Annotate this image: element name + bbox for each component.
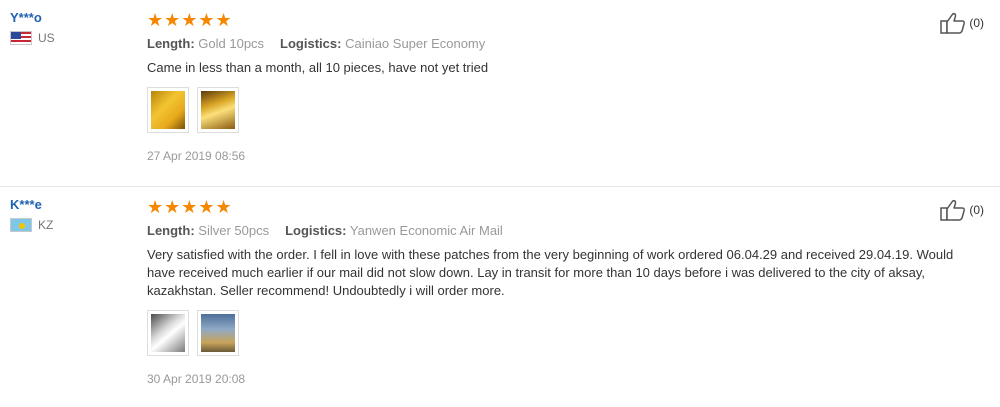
logistics-label: Logistics: <box>280 36 342 51</box>
reviewer-name: K***e <box>10 197 42 212</box>
length-info: Length: Gold 10pcs <box>147 36 264 51</box>
review-item: K***e KZ ★★★★★ Length: Silver 50pcs Logi… <box>0 187 1000 407</box>
star-rating: ★★★★★ <box>147 197 233 217</box>
logistics-value: Cainiao Super Economy <box>345 36 486 51</box>
review-content: ★★★★★ Length: Gold 10pcs Logistics: Cain… <box>147 10 967 163</box>
star-rating: ★★★★★ <box>147 10 233 30</box>
review-date: 30 Apr 2019 20:08 <box>147 372 246 386</box>
logistics-info: Logistics: Yanwen Economic Air Mail <box>285 223 503 238</box>
review-content: ★★★★★ Length: Silver 50pcs Logistics: Ya… <box>147 197 967 386</box>
review-photo-thumbnail[interactable] <box>197 87 239 133</box>
helpful-button[interactable]: (0) <box>940 199 984 221</box>
logistics-value: Yanwen Economic Air Mail <box>349 223 503 238</box>
length-label: Length: <box>147 36 195 51</box>
reviewer-info: Y***o US <box>10 10 130 45</box>
helpful-button[interactable]: (0) <box>940 12 984 34</box>
thumbs-up-icon <box>940 199 966 221</box>
us-flag-icon <box>10 31 32 45</box>
country-code: KZ <box>38 218 54 232</box>
helpful-count: (0) <box>969 203 984 217</box>
silver-patch-photo <box>201 314 235 352</box>
reviewer-country: US <box>10 31 130 45</box>
reviewer-name: Y***o <box>10 10 42 25</box>
review-photos <box>147 87 967 133</box>
logistics-info: Logistics: Cainiao Super Economy <box>280 36 485 51</box>
length-value: Gold 10pcs <box>198 36 265 51</box>
review-photos <box>147 310 967 356</box>
gold-patch-photo <box>151 91 185 129</box>
review-photo-thumbnail[interactable] <box>147 310 189 356</box>
review-date: 27 Apr 2019 08:56 <box>147 149 246 163</box>
reviewer-country: KZ <box>10 218 130 232</box>
length-label: Length: <box>147 223 195 238</box>
country-code: US <box>38 31 55 45</box>
order-info: Length: Silver 50pcs Logistics: Yanwen E… <box>147 223 967 238</box>
thumbs-up-icon <box>940 12 966 34</box>
length-info: Length: Silver 50pcs <box>147 223 269 238</box>
helpful-count: (0) <box>969 16 984 30</box>
gold-patch-photo <box>201 91 235 129</box>
reviewer-info: K***e KZ <box>10 197 130 232</box>
review-item: Y***o US ★★★★★ Length: Gold 10pcs Logist… <box>0 0 1000 187</box>
review-text: Came in less than a month, all 10 pieces… <box>147 60 489 75</box>
kz-flag-icon <box>10 218 32 232</box>
review-photo-thumbnail[interactable] <box>147 87 189 133</box>
silver-patch-photo <box>151 314 185 352</box>
logistics-label: Logistics: <box>285 223 347 238</box>
review-photo-thumbnail[interactable] <box>197 310 239 356</box>
order-info: Length: Gold 10pcs Logistics: Cainiao Su… <box>147 36 967 51</box>
length-value: Silver 50pcs <box>198 223 270 238</box>
review-text: Very satisfied with the order. I fell in… <box>147 247 954 298</box>
